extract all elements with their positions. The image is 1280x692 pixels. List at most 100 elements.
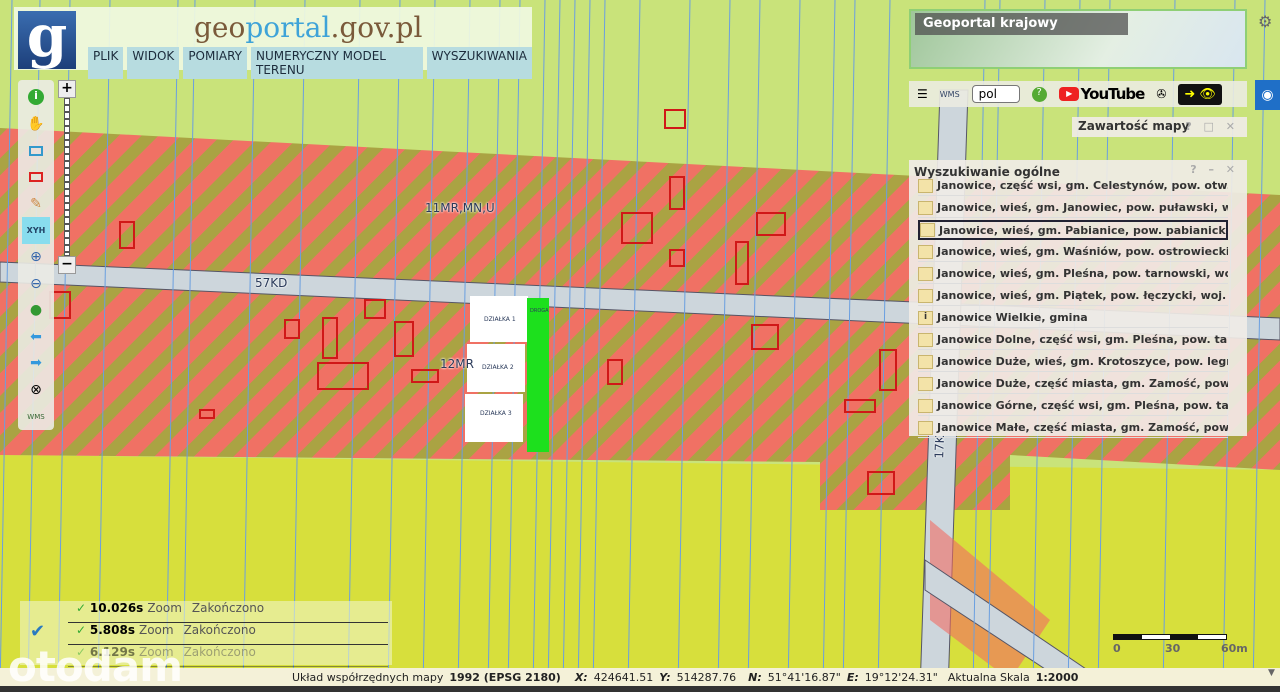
brand-title: geoportal.gov.pl (194, 11, 422, 44)
result-label: Janowice Wielkie, gmina (937, 311, 1088, 324)
map-locality-icon (918, 244, 933, 259)
menu-plik[interactable]: PLIK (88, 47, 124, 79)
result-label: Janowice Dolne, część wsi, gm. Pleśna, p… (937, 333, 1228, 346)
log-action: Zoom (147, 601, 182, 615)
menu-widok[interactable]: WIDOK (127, 47, 180, 79)
crs-value[interactable]: 1992 (EPSG 2180) (449, 671, 560, 684)
back-arrow-icon[interactable]: ⬅ (22, 323, 50, 350)
contrast-eye-button[interactable]: ➜ 👁 (1178, 83, 1222, 105)
y-label: Y: (659, 670, 671, 684)
search-result-item[interactable]: Janowice, część wsi, gm. Celestynów, pow… (918, 176, 1228, 196)
language-select[interactable]: pol (971, 85, 1020, 103)
zoom-plus-button[interactable]: + (58, 80, 76, 98)
search-result-item[interactable]: Janowice Dolne, część wsi, gm. Pleśna, p… (918, 330, 1228, 350)
result-label: Janowice, część wsi, gm. Celestynów, pow… (937, 179, 1228, 192)
zoom-minus-button[interactable]: − (58, 256, 76, 274)
map-locality-icon (918, 354, 933, 369)
result-label: Janowice Duże, wieś, gm. Krotoszyce, pow… (937, 355, 1228, 368)
map-locality-icon (918, 376, 933, 391)
result-label: Janowice, wieś, gm. Janowiec, pow. puław… (937, 201, 1228, 214)
y-value: 514287.76 (676, 670, 737, 684)
legend-icon[interactable]: ☰ (917, 87, 928, 101)
result-label: Janowice, wieś, gm. Pleśna, pow. tarnows… (937, 267, 1228, 280)
plot-label: DZIAŁKA 2 (482, 364, 514, 371)
search-result-item[interactable]: Janowice Górne, część wsi, gm. Pleśna, p… (918, 396, 1228, 416)
e-value: 19°12'24.31" (864, 670, 938, 684)
panel-controls[interactable]: ? □ ✕ (1185, 120, 1239, 133)
search-result-item[interactable]: Janowice Duże, część miasta, gm. Zamość,… (918, 374, 1228, 394)
log-status: Zakończono (191, 601, 265, 615)
globe-icon[interactable]: ● (22, 297, 50, 324)
check-icon: ✓ (76, 623, 90, 637)
menu-wyszukiwania[interactable]: WYSZUKIWANIA (426, 47, 532, 79)
log-status: Zakończono (183, 645, 256, 659)
full-extent-icon[interactable]: ⊗ (22, 377, 50, 404)
map-locality-icon (918, 398, 933, 413)
status-bar: Układ współrzędnych mapy 1992 (EPSG 2180)… (0, 668, 1268, 686)
log-action: Zoom (138, 623, 174, 637)
xyh-icon[interactable]: XYH (22, 217, 50, 244)
zoom-track[interactable] (64, 98, 70, 256)
search-result-item[interactable]: Janowice, wieś, gm. Pleśna, pow. tarnows… (918, 264, 1228, 284)
search-result-item[interactable]: Janowice, wieś, gm. Janowiec, pow. puław… (918, 198, 1228, 218)
pencil-icon[interactable]: ✎ (22, 190, 50, 217)
bottom-border (0, 686, 1280, 692)
brand-part: portal (245, 11, 331, 44)
zoom-out-icon[interactable]: ⊖ (22, 270, 50, 297)
panel-controls[interactable]: ? – ✕ (1190, 163, 1239, 176)
app-header: g geoportal.gov.pl PLIK WIDOK POMIARY NU… (14, 7, 532, 79)
search-result-item[interactable]: Janowice, wieś, gm. Waśniów, pow. ostrow… (918, 242, 1228, 262)
scale-value[interactable]: 1:2000 (1036, 671, 1079, 684)
map-locality-icon (918, 266, 933, 281)
overview-map[interactable]: Geoportal krajowy (909, 9, 1247, 69)
crs-label: Układ współrzędnych mapy (292, 670, 444, 684)
status-expand-icon[interactable]: ▼ (1268, 668, 1280, 686)
settings-gear-icon[interactable]: ⚙ (1258, 12, 1272, 31)
log-row: ✓ 10.026s Zoom Zakończono (68, 601, 388, 623)
select-blue-rect-icon[interactable] (22, 137, 50, 164)
info-icon[interactable]: i (22, 84, 50, 111)
scale-label: Aktualna Skala (947, 670, 1030, 684)
search-result-item[interactable]: Janowice, wieś, gm. Pabianice, pow. pabi… (918, 220, 1228, 240)
pan-hand-icon[interactable]: ✋ (22, 111, 50, 138)
road-plot-label: DROGA (530, 308, 549, 314)
youtube-link[interactable]: ▶ YouTube (1058, 85, 1145, 103)
map-locality-icon (918, 288, 933, 303)
plot-label: DZIAŁKA 3 (480, 410, 512, 417)
brand-part: geo (194, 11, 246, 44)
map-contents-panel[interactable]: Zawartość mapy ? □ ✕ (1072, 117, 1247, 137)
wms-icon[interactable]: WMS (22, 403, 50, 430)
otodam-watermark: otodam (8, 642, 183, 691)
help-icon[interactable]: ? (1031, 86, 1047, 102)
scale-tick: 0 (1113, 642, 1121, 655)
accessibility-icon[interactable]: ✇ (1156, 87, 1166, 101)
menu-pomiary[interactable]: POMIARY (183, 47, 247, 79)
search-result-item[interactable]: Janowice Duże, wieś, gm. Krotoszyce, pow… (918, 352, 1228, 372)
result-label: Janowice Górne, część wsi, gm. Pleśna, p… (937, 399, 1228, 412)
secondary-toolbar: ☰ WMS pol ? ▶ YouTube ✇ ➜ 👁 (909, 81, 1247, 107)
done-check-icon: ✔ (30, 621, 46, 642)
menu-nmt[interactable]: NUMERYCZNY MODEL TERENU (251, 47, 423, 79)
panel-title: Zawartość mapy (1078, 119, 1190, 133)
zone-label-north: 11MR,MN,U (425, 201, 495, 215)
view-eye-icon[interactable]: ◉ (1255, 80, 1280, 110)
brand-part: .gov.pl (330, 11, 423, 44)
geoportal-logo[interactable]: g (18, 7, 76, 69)
wms-layer-icon[interactable]: WMS (940, 90, 960, 99)
forward-arrow-icon[interactable]: ➡ (22, 350, 50, 377)
youtube-play-icon: ▶ (1058, 87, 1079, 101)
map-locality-icon (920, 223, 935, 237)
overview-title: Geoportal krajowy (915, 13, 1128, 35)
plot-label: DZIAŁKA 1 (484, 316, 516, 323)
zoom-slider[interactable]: + − (58, 80, 76, 276)
map-locality-icon (918, 200, 933, 215)
map-locality-icon (918, 332, 933, 347)
search-result-item[interactable]: i Janowice Wielkie, gmina (918, 308, 1228, 328)
search-result-item[interactable]: Janowice Małe, część miasta, gm. Zamość,… (918, 418, 1228, 438)
select-red-rect-icon[interactable] (22, 164, 50, 191)
search-result-item[interactable]: Janowice, wieś, gm. Piątek, pow. łęczyck… (918, 286, 1228, 306)
zoom-in-icon[interactable]: ⊕ (22, 244, 50, 271)
zone-label-south: 12MR (440, 357, 474, 371)
map-locality-icon (918, 420, 933, 435)
map-locality-icon (918, 178, 933, 193)
